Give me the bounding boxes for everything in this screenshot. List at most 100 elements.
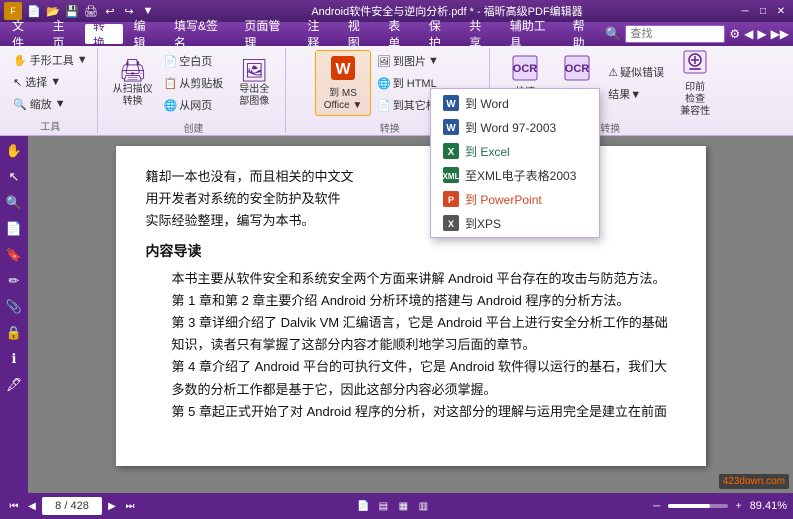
document-area[interactable]: 籍却一本也没有，而且相关的中文文 用开发者对系统的安全防护及软件 实际经验整理，… — [28, 136, 793, 493]
prev-page-btn[interactable]: ◀ — [24, 498, 40, 514]
view-grid-btn[interactable]: ▦ — [395, 498, 411, 514]
menu-form[interactable]: 表单 — [380, 24, 418, 44]
menu-page-mgr[interactable]: 页面管理 — [236, 24, 297, 44]
menu-convert[interactable]: 转换 — [85, 24, 123, 44]
status-right: ─ + 89.41% — [649, 498, 787, 514]
menu-view[interactable]: 视图 — [340, 24, 378, 44]
nav-back-icon[interactable]: ◀ — [744, 27, 753, 41]
view-list-btn[interactable]: ▤ — [375, 498, 391, 514]
svg-text:XML: XML — [443, 172, 459, 181]
search-area: 🔍 ⚙ ◀ ▶ ▶▶ — [605, 25, 789, 43]
nav-more-icon[interactable]: ▶▶ — [771, 27, 789, 41]
svg-text:X: X — [448, 147, 455, 158]
from-web-btn[interactable]: 🌐 从网页 — [160, 95, 228, 115]
hand-icon: ✋ — [13, 54, 27, 67]
zoom-out-btn[interactable]: ─ — [649, 498, 665, 514]
menu-share[interactable]: 共享 — [461, 24, 499, 44]
menu-annotate[interactable]: 注释 — [299, 24, 337, 44]
sidebar-page-tool[interactable]: 📄 — [3, 218, 25, 240]
zoom-info: ─ + 89.41% — [649, 498, 787, 514]
status-center: 📄 ▤ ▦ ▥ — [355, 498, 431, 514]
zoom-tool-btn[interactable]: 🔍 缩放 ▼ — [10, 94, 91, 114]
ms-office-label: 到 MSOffice ▼ — [324, 88, 363, 112]
zoom-dropdown[interactable]: ▼ — [55, 98, 66, 110]
menu-file[interactable]: 文件 — [4, 24, 42, 44]
menu-help[interactable]: 帮助 — [565, 24, 603, 44]
next-page-btn[interactable]: ▶ — [104, 498, 120, 514]
doc-para-2: 第 1 章和第 2 章主要介绍 Android 分析环境的搭建与 Android… — [172, 290, 676, 312]
sidebar-hand-tool[interactable]: ✋ — [3, 140, 25, 162]
last-page-btn[interactable]: ⏭ — [122, 498, 138, 514]
blank-page-btn[interactable]: 📄 空白页 — [160, 51, 228, 71]
to-word97-item[interactable]: W 到 Word 97-2003 — [431, 115, 599, 139]
zoom-slider[interactable] — [668, 504, 728, 508]
to-word-item[interactable]: W 到 Word — [431, 91, 599, 115]
hand-tool-dropdown[interactable]: ▼ — [77, 54, 88, 66]
first-page-btn[interactable]: ⏮ — [6, 498, 22, 514]
export-images-icon: 🖼 — [240, 58, 268, 84]
from-scanner-btn[interactable]: 🖨 从扫描仪转换 — [108, 50, 158, 116]
search-icon: 🔍 — [605, 26, 621, 42]
ppt-icon: P — [443, 191, 459, 207]
doc-para-5: 第 5 章起正式开始了对 Android 程序的分析，对这部分的理解与运用完全是… — [172, 401, 676, 423]
select-tool-btn[interactable]: ↖ 选择 ▼ — [10, 72, 91, 92]
zoom-icon: 🔍 — [13, 98, 27, 111]
left-sidebar: ✋ ↖ 🔍 📄 🔖 ✏ 📎 🔒 ℹ 🖋 — [0, 136, 28, 493]
to-xml-item[interactable]: XML 至XML电子表格2003 — [431, 163, 599, 187]
convert-group-label: 转换 — [380, 118, 400, 135]
export-all-images-btn[interactable]: 🖼 导出全部图像 — [229, 50, 279, 116]
to-ppt-item[interactable]: P 到 PowerPoint — [431, 187, 599, 211]
sidebar-zoom-tool[interactable]: 🔍 — [3, 192, 25, 214]
ocr-group-label: 转换 — [600, 118, 620, 135]
to-excel-label: 到 Excel — [465, 143, 510, 160]
search-input[interactable] — [625, 25, 725, 43]
view-split-btn[interactable]: ▥ — [415, 498, 431, 514]
minimize-button[interactable]: ─ — [737, 4, 753, 18]
create-buttons: 🖨 从扫描仪转换 📄 空白页 📋 从剪贴板 🌐 从网页 🖼 — [108, 50, 280, 116]
to-excel-item[interactable]: X 到 Excel — [431, 139, 599, 163]
sidebar-info-tool[interactable]: ℹ — [3, 348, 25, 370]
ribbon-group-create: 🖨 从扫描仪转换 📄 空白页 📋 从剪贴板 🌐 从网页 🖼 — [102, 48, 287, 133]
svg-text:X: X — [448, 219, 454, 229]
maximize-button[interactable]: □ — [755, 4, 771, 18]
ocr-error-btn[interactable]: ⚠ 疑似错误 — [604, 62, 668, 82]
page-number-input[interactable] — [42, 497, 102, 515]
sidebar-clip-tool[interactable]: 📎 — [3, 296, 25, 318]
menu-fill-sign[interactable]: 填写&签名 — [166, 24, 234, 44]
svg-text:W: W — [446, 123, 456, 134]
sidebar-arrow-tool[interactable]: ↖ — [3, 166, 25, 188]
close-button[interactable]: ✕ — [773, 4, 789, 18]
menu-home[interactable]: 主页 — [44, 24, 82, 44]
menu-protect[interactable]: 保护 — [421, 24, 459, 44]
quick-ocr-icon: OCR — [512, 55, 538, 87]
ocr-error-icon: ⚠ — [608, 66, 618, 79]
sidebar-pen-tool[interactable]: ✏ — [3, 270, 25, 292]
sidebar-sign-tool[interactable]: 🖋 — [3, 374, 25, 396]
to-xps-item[interactable]: X 到XPS — [431, 211, 599, 235]
to-image-btn[interactable]: 🖼 到图片 ▼ — [373, 51, 465, 71]
zoom-slider-fill — [668, 504, 710, 508]
svg-text:P: P — [448, 195, 454, 205]
ocr-result-btn[interactable]: 结果▼ — [604, 84, 668, 104]
select-label: 选择 — [25, 74, 47, 90]
from-clipboard-btn[interactable]: 📋 从剪贴板 — [160, 73, 228, 93]
to-image-dropdown[interactable]: ▼ — [428, 55, 439, 67]
select-icon: ↖ — [13, 76, 22, 89]
zoom-label: 缩放 — [30, 96, 52, 112]
to-xml-label: 至XML电子表格2003 — [465, 167, 576, 184]
zoom-in-btn[interactable]: + — [731, 498, 747, 514]
document-page: 籍却一本也没有，而且相关的中文文 用开发者对系统的安全防护及软件 实际经验整理，… — [116, 146, 706, 466]
view-single-btn[interactable]: 📄 — [355, 498, 371, 514]
prepress-check-btn[interactable]: 印前检查兼容性 — [670, 50, 720, 116]
sidebar-lock-tool[interactable]: 🔒 — [3, 322, 25, 344]
menu-tools[interactable]: 辅助工具 — [502, 24, 563, 44]
to-ms-office-btn[interactable]: W 到 MSOffice ▼ — [315, 50, 371, 116]
sidebar-bookmark-tool[interactable]: 🔖 — [3, 244, 25, 266]
search-settings-icon[interactable]: ⚙ — [729, 27, 740, 41]
svg-text:W: W — [446, 99, 456, 110]
scanner-icon: 🖨 — [119, 58, 147, 84]
menu-edit[interactable]: 编辑 — [125, 24, 163, 44]
hand-tool-btn[interactable]: ✋ 手形工具 ▼ — [10, 50, 91, 70]
select-dropdown[interactable]: ▼ — [50, 76, 61, 88]
nav-forward-icon[interactable]: ▶ — [757, 27, 766, 41]
